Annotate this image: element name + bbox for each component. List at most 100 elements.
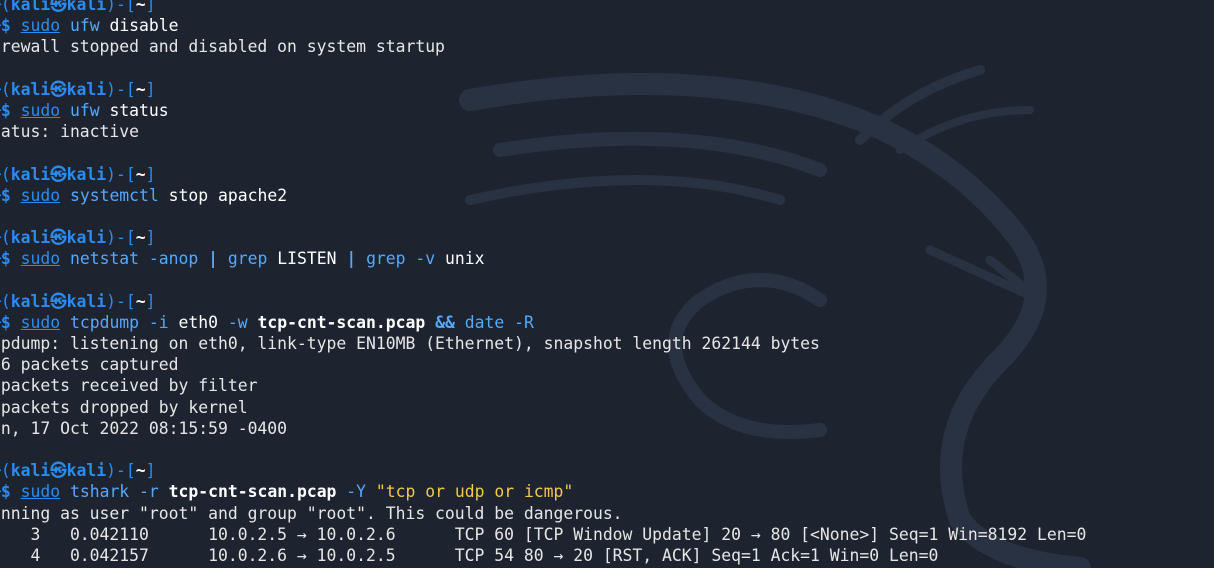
prompt-directory: ~: [135, 461, 146, 481]
prompt-at-symbol: ㉿: [50, 291, 67, 311]
command-token: |: [208, 249, 218, 269]
command-token: netstat: [69, 249, 140, 269]
prompt-host: kali: [66, 461, 107, 481]
output-line: tatus: inactive: [0, 122, 140, 142]
prompt-frame: ]: [145, 461, 156, 481]
prompt-user: kali: [10, 291, 51, 311]
prompt-at-symbol: ㉿: [50, 461, 67, 481]
prompt-user: kali: [10, 0, 51, 14]
command-token: [60, 101, 70, 120]
command-token: sudo: [20, 482, 61, 502]
prompt-user: kali: [10, 461, 51, 481]
command-token: status: [99, 100, 169, 120]
prompt-at-symbol: ㉿: [50, 79, 67, 99]
command-token: [159, 482, 169, 501]
prompt-dollar: ─$: [0, 312, 11, 332]
command-token: sudo: [20, 312, 61, 332]
command-token: ufw: [69, 100, 100, 120]
prompt-directory: ~: [135, 164, 146, 184]
command-token: sudo: [20, 100, 61, 120]
output-line: irewall stopped and disabled on system s…: [0, 37, 445, 57]
command-token: &&: [435, 312, 455, 332]
command-token: [60, 313, 70, 332]
command-line: ─$ sudo systemctl stop apache2: [0, 185, 1214, 206]
command-token: [366, 482, 376, 501]
command-token: tcp-cnt-scan.pcap: [168, 482, 337, 502]
prompt-frame: )-[: [106, 0, 136, 14]
command-token: grep: [227, 249, 268, 269]
prompt-dollar: ─$: [0, 16, 11, 36]
prompt-frame: ─(: [0, 79, 11, 99]
prompt-frame: ]: [145, 164, 156, 184]
command-token: [248, 313, 258, 332]
command-token: disable: [99, 16, 179, 36]
command-token: LISTEN: [267, 249, 347, 269]
prompt-frame: ]: [145, 0, 156, 14]
command-token: -Y: [336, 482, 367, 502]
output-line: 4 0.042157 10.0.2.6 → 10.0.2.5 TCP 54 80…: [0, 545, 939, 565]
command-token: [218, 249, 228, 268]
prompt-dollar: ─$: [0, 482, 11, 502]
command-token: stop apache2: [158, 185, 288, 205]
prompt-line: ─(kali㉿kali)-[~]: [0, 164, 1214, 185]
prompt-at-symbol: ㉿: [50, 228, 67, 248]
prompt-at-symbol: ㉿: [50, 0, 67, 14]
command-token: [455, 313, 465, 332]
output-line: C6 packets captured: [0, 355, 179, 375]
command-token: |: [346, 249, 357, 269]
command-line: ─$ sudo ufw disable: [0, 15, 1214, 36]
command-token: [60, 249, 70, 268]
prompt-frame: ─(: [0, 291, 11, 311]
prompt-dollar: ─$: [0, 100, 11, 120]
prompt-line: ─(kali㉿kali)-[~]: [0, 79, 1214, 100]
command-token: [60, 482, 70, 501]
prompt-at-symbol: ㉿: [50, 164, 67, 184]
prompt-frame: ─(: [0, 0, 11, 14]
prompt-user: kali: [10, 228, 51, 248]
prompt-line: ─(kali㉿kali)-[~]: [0, 227, 1214, 248]
prompt-frame: )-[: [106, 79, 136, 99]
prompt-frame: )-[: [106, 461, 136, 481]
command-token: grep: [366, 249, 406, 269]
output-line: on, 17 Oct 2022 08:15:59 -0400: [0, 418, 288, 438]
prompt-directory: ~: [135, 291, 146, 311]
command-token: sudo: [20, 249, 61, 269]
output-line: unning as user "root" and group "root". …: [0, 503, 623, 523]
prompt-frame: ─(: [0, 228, 11, 248]
command-token: [60, 186, 70, 205]
command-token: tcpdump: [69, 312, 140, 332]
prompt-user: kali: [10, 79, 51, 99]
command-token: -w: [218, 312, 248, 332]
command-token: sudo: [20, 185, 61, 205]
prompt-host: kali: [66, 79, 107, 99]
prompt-dollar: ─$: [0, 249, 11, 269]
prompt-directory: ~: [135, 0, 146, 14]
terminal-output[interactable]: ─(kali㉿kali)-[~]─$ sudo ufw disableirewa…: [0, 0, 1214, 566]
command-line: ─$ sudo tshark -r tcp-cnt-scan.pcap -Y "…: [0, 481, 1214, 502]
prompt-frame: )-[: [106, 291, 136, 311]
command-token: ufw: [69, 16, 100, 36]
command-token: date: [464, 312, 505, 332]
output-line: packets received by filter: [0, 376, 258, 396]
prompt-frame: ]: [145, 228, 156, 248]
command-token: tcp-cnt-scan.pcap: [257, 312, 426, 332]
command-line: ─$ sudo tcpdump -i eth0 -w tcp-cnt-scan.…: [0, 312, 1214, 333]
command-token: tshark: [69, 482, 130, 502]
prompt-line: ─(kali㉿kali)-[~]: [0, 291, 1214, 312]
command-token: "tcp or udp or icmp": [375, 482, 574, 502]
command-token: -R: [504, 312, 534, 332]
prompt-host: kali: [66, 291, 107, 311]
command-token: -anop: [139, 249, 209, 269]
command-line: ─$ sudo ufw status: [0, 100, 1214, 121]
prompt-frame: )-[: [106, 228, 136, 248]
command-token: systemctl: [69, 185, 159, 205]
command-token: [425, 313, 435, 332]
prompt-host: kali: [66, 0, 107, 14]
prompt-host: kali: [66, 228, 107, 248]
prompt-user: kali: [10, 164, 51, 184]
command-token: sudo: [20, 16, 61, 36]
